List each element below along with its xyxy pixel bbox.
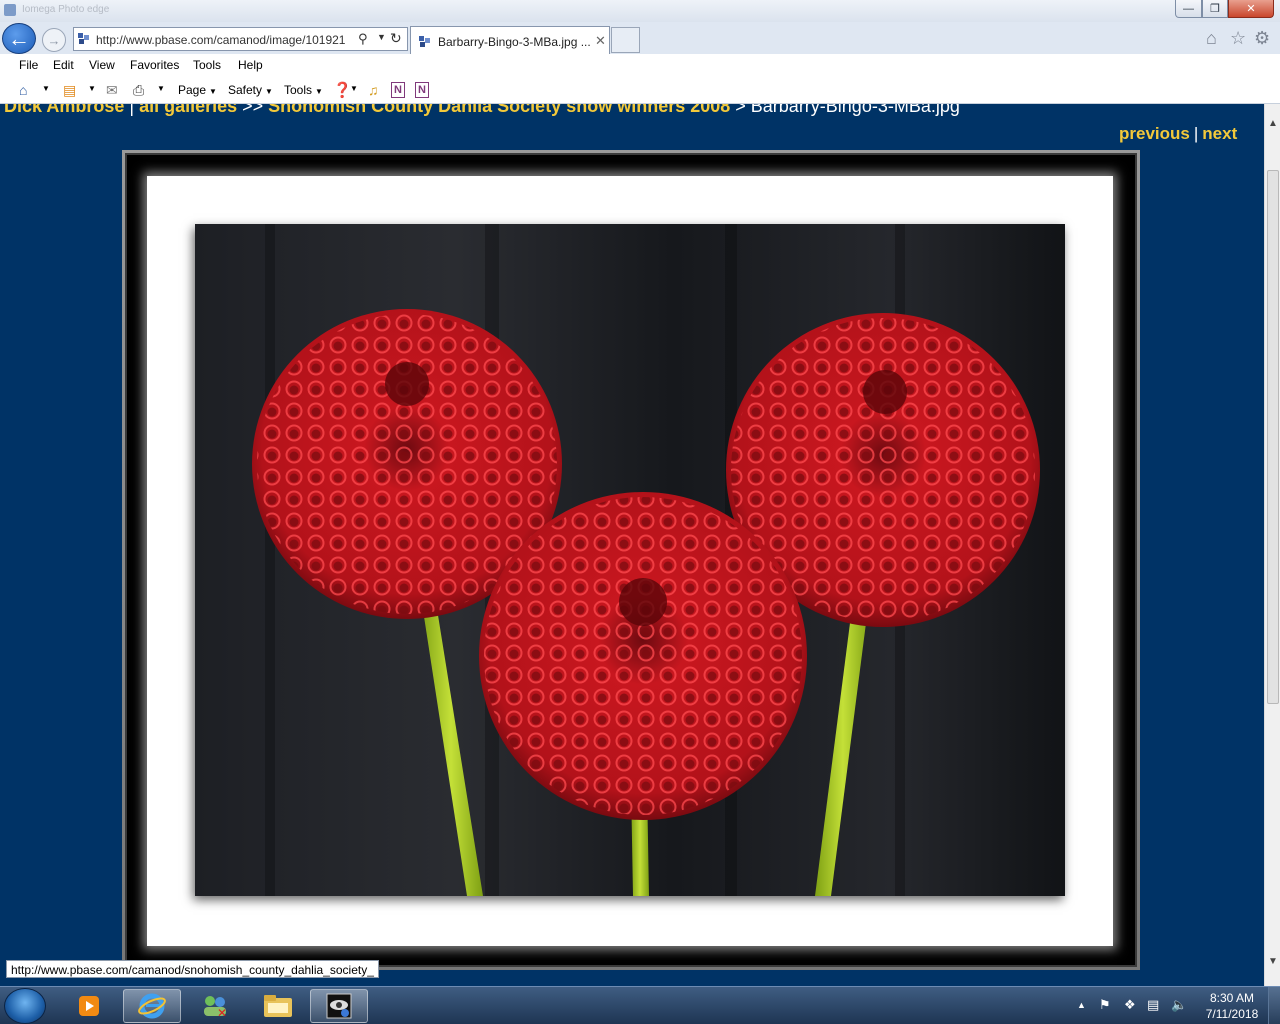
safety-menu[interactable]: Safety ▼ <box>228 83 273 97</box>
breadcrumb-all-galleries-link[interactable]: all galleries <box>139 104 237 116</box>
back-button[interactable]: ← <box>2 23 36 54</box>
dahlia-photo[interactable] <box>195 224 1065 896</box>
window-title-bar: Iomega Photo edge — ❐ ✕ <box>0 0 1280 22</box>
breadcrumb-separator: > <box>730 104 751 116</box>
tools-menu[interactable]: Tools ▼ <box>284 83 323 97</box>
onenote-linked-icon[interactable]: N <box>415 82 429 98</box>
address-bar[interactable]: http://www.pbase.com/camanod/image/10192… <box>73 27 408 51</box>
restore-button[interactable]: ❐ <box>1202 0 1228 18</box>
tab-favicon-icon <box>419 36 430 47</box>
next-link[interactable]: next <box>1202 124 1237 143</box>
menu-edit[interactable]: Edit <box>53 58 74 72</box>
search-icon[interactable]: ⚲ <box>358 31 368 47</box>
photo-viewer-icon[interactable] <box>310 989 368 1023</box>
tab-title: Barbarry-Bingo-3-MBa.jpg ... <box>438 35 591 49</box>
system-clock[interactable]: 8:30 AM 7/11/2018 <box>1198 990 1266 1022</box>
mail-icon[interactable]: ✉ <box>106 82 118 99</box>
menu-help[interactable]: Help <box>238 58 263 72</box>
page-scrollbar[interactable]: ▲ ▼ <box>1264 104 1280 986</box>
safety-menu-label: Safety <box>228 83 263 97</box>
breadcrumb-separator: | <box>124 104 140 116</box>
help-icon[interactable]: ❓ <box>333 81 352 99</box>
menu-view[interactable]: View <box>89 58 115 72</box>
internet-explorer-icon[interactable] <box>123 989 181 1023</box>
scrollbar-thumb[interactable] <box>1267 170 1279 704</box>
tray-expand-icon[interactable]: ▲ <box>1077 1000 1086 1010</box>
center-dahlia-petals <box>484 497 802 815</box>
menu-bar: File Edit View Favorites Tools Help <box>0 54 1280 78</box>
minimize-button[interactable]: — <box>1175 0 1202 18</box>
page-menu-label: Page <box>178 83 207 97</box>
refresh-icon[interactable]: ↻ <box>390 30 402 47</box>
tools-menu-label: Tools <box>284 83 313 97</box>
java-icon[interactable]: ♫ <box>368 82 379 98</box>
people-icon[interactable]: ✕ <box>186 989 244 1023</box>
close-window-button[interactable]: ✕ <box>1228 0 1274 18</box>
home-icon[interactable]: ⌂ <box>19 82 27 98</box>
settings-gear-icon[interactable]: ⚙ <box>1254 28 1270 49</box>
help-dropdown-icon[interactable]: ▼ <box>350 84 358 93</box>
chevron-down-icon: ▼ <box>209 87 217 96</box>
tab-close-icon[interactable]: ✕ <box>595 33 606 49</box>
menu-file[interactable]: File <box>19 58 38 72</box>
navigation-bar: ← → http://www.pbase.com/camanod/image/1… <box>0 22 1280 54</box>
page-menu[interactable]: Page ▼ <box>178 83 217 97</box>
chevron-down-icon: ▼ <box>265 87 273 96</box>
network-icon[interactable]: ▤ <box>1147 997 1159 1013</box>
pager-separator: | <box>1193 124 1199 143</box>
print-icon[interactable]: ⎙ <box>133 82 144 99</box>
tab-active[interactable]: Barbarry-Bingo-3-MBa.jpg ... ✕ <box>410 26 610 54</box>
feeds-icon[interactable]: ▤ <box>63 82 76 99</box>
left-dahlia-center <box>385 362 429 406</box>
status-url-tooltip: http://www.pbase.com/camanod/snohomish_c… <box>6 960 379 978</box>
web-page: Dick Ambrose | all galleries >> Snohomis… <box>0 104 1264 986</box>
start-button[interactable] <box>4 988 46 1024</box>
breadcrumb-current: Barbarry-Bingo-3-MBa.jpg <box>750 104 960 116</box>
feeds-dropdown-icon[interactable]: ▼ <box>88 84 96 93</box>
volume-muted-icon[interactable]: 🔈 <box>1171 997 1187 1013</box>
home-icon[interactable]: ⌂ <box>1206 28 1217 49</box>
command-bar: ⌂ ▼ ▤ ▼ ✉ ⎙ ▼ Page ▼ Safety ▼ Tools ▼ ❓ ▼ ♫… <box>0 78 1280 104</box>
clock-date: 7/11/2018 <box>1205 1007 1259 1021</box>
center-dahlia-center <box>619 578 667 626</box>
scroll-up-icon[interactable]: ▲ <box>1265 118 1280 134</box>
chevron-down-icon: ▼ <box>315 87 323 96</box>
print-dropdown-icon[interactable]: ▼ <box>157 84 165 93</box>
onenote-icon[interactable]: N <box>391 82 405 98</box>
menu-tools[interactable]: Tools <box>193 58 221 72</box>
action-center-flag-icon[interactable]: ⚑ <box>1099 997 1111 1013</box>
address-dropdown-icon[interactable]: ▼ <box>377 32 386 42</box>
new-tab-button[interactable] <box>611 27 640 53</box>
window-title: Iomega Photo edge <box>22 4 110 15</box>
previous-link[interactable]: previous <box>1119 124 1190 143</box>
taskbar: ✕ ▲ ⚑ ❖ ▤ 🔈 8:30 AM 7/11/2018 <box>0 986 1280 1024</box>
clock-time: 8:30 AM <box>1209 991 1255 1005</box>
home-dropdown-icon[interactable]: ▼ <box>42 84 50 93</box>
menu-favorites[interactable]: Favorites <box>130 58 179 72</box>
file-explorer-icon[interactable] <box>249 989 307 1023</box>
image-pager: previous | next <box>1119 124 1237 144</box>
favorites-star-icon[interactable]: ☆ <box>1230 28 1246 49</box>
pbase-favicon-icon <box>78 33 89 44</box>
breadcrumb-gallery-link[interactable]: Snohomish County Dahlia Society show win… <box>268 104 730 116</box>
svg-text:✕: ✕ <box>217 1006 227 1019</box>
forward-button[interactable]: → <box>42 28 66 52</box>
show-desktop-button[interactable] <box>1268 987 1280 1024</box>
breadcrumb-owner-link[interactable]: Dick Ambrose <box>4 104 124 116</box>
photo-mat <box>147 176 1113 946</box>
right-dahlia-center <box>863 370 907 414</box>
breadcrumb-separator: >> <box>237 104 269 116</box>
app-icon <box>4 4 16 16</box>
scroll-down-icon[interactable]: ▼ <box>1265 956 1280 972</box>
dropbox-icon[interactable]: ❖ <box>1124 997 1136 1013</box>
media-player-icon[interactable] <box>60 989 118 1023</box>
breadcrumb: Dick Ambrose | all galleries >> Snohomis… <box>4 104 960 117</box>
address-url[interactable]: http://www.pbase.com/camanod/image/10192… <box>96 33 345 47</box>
